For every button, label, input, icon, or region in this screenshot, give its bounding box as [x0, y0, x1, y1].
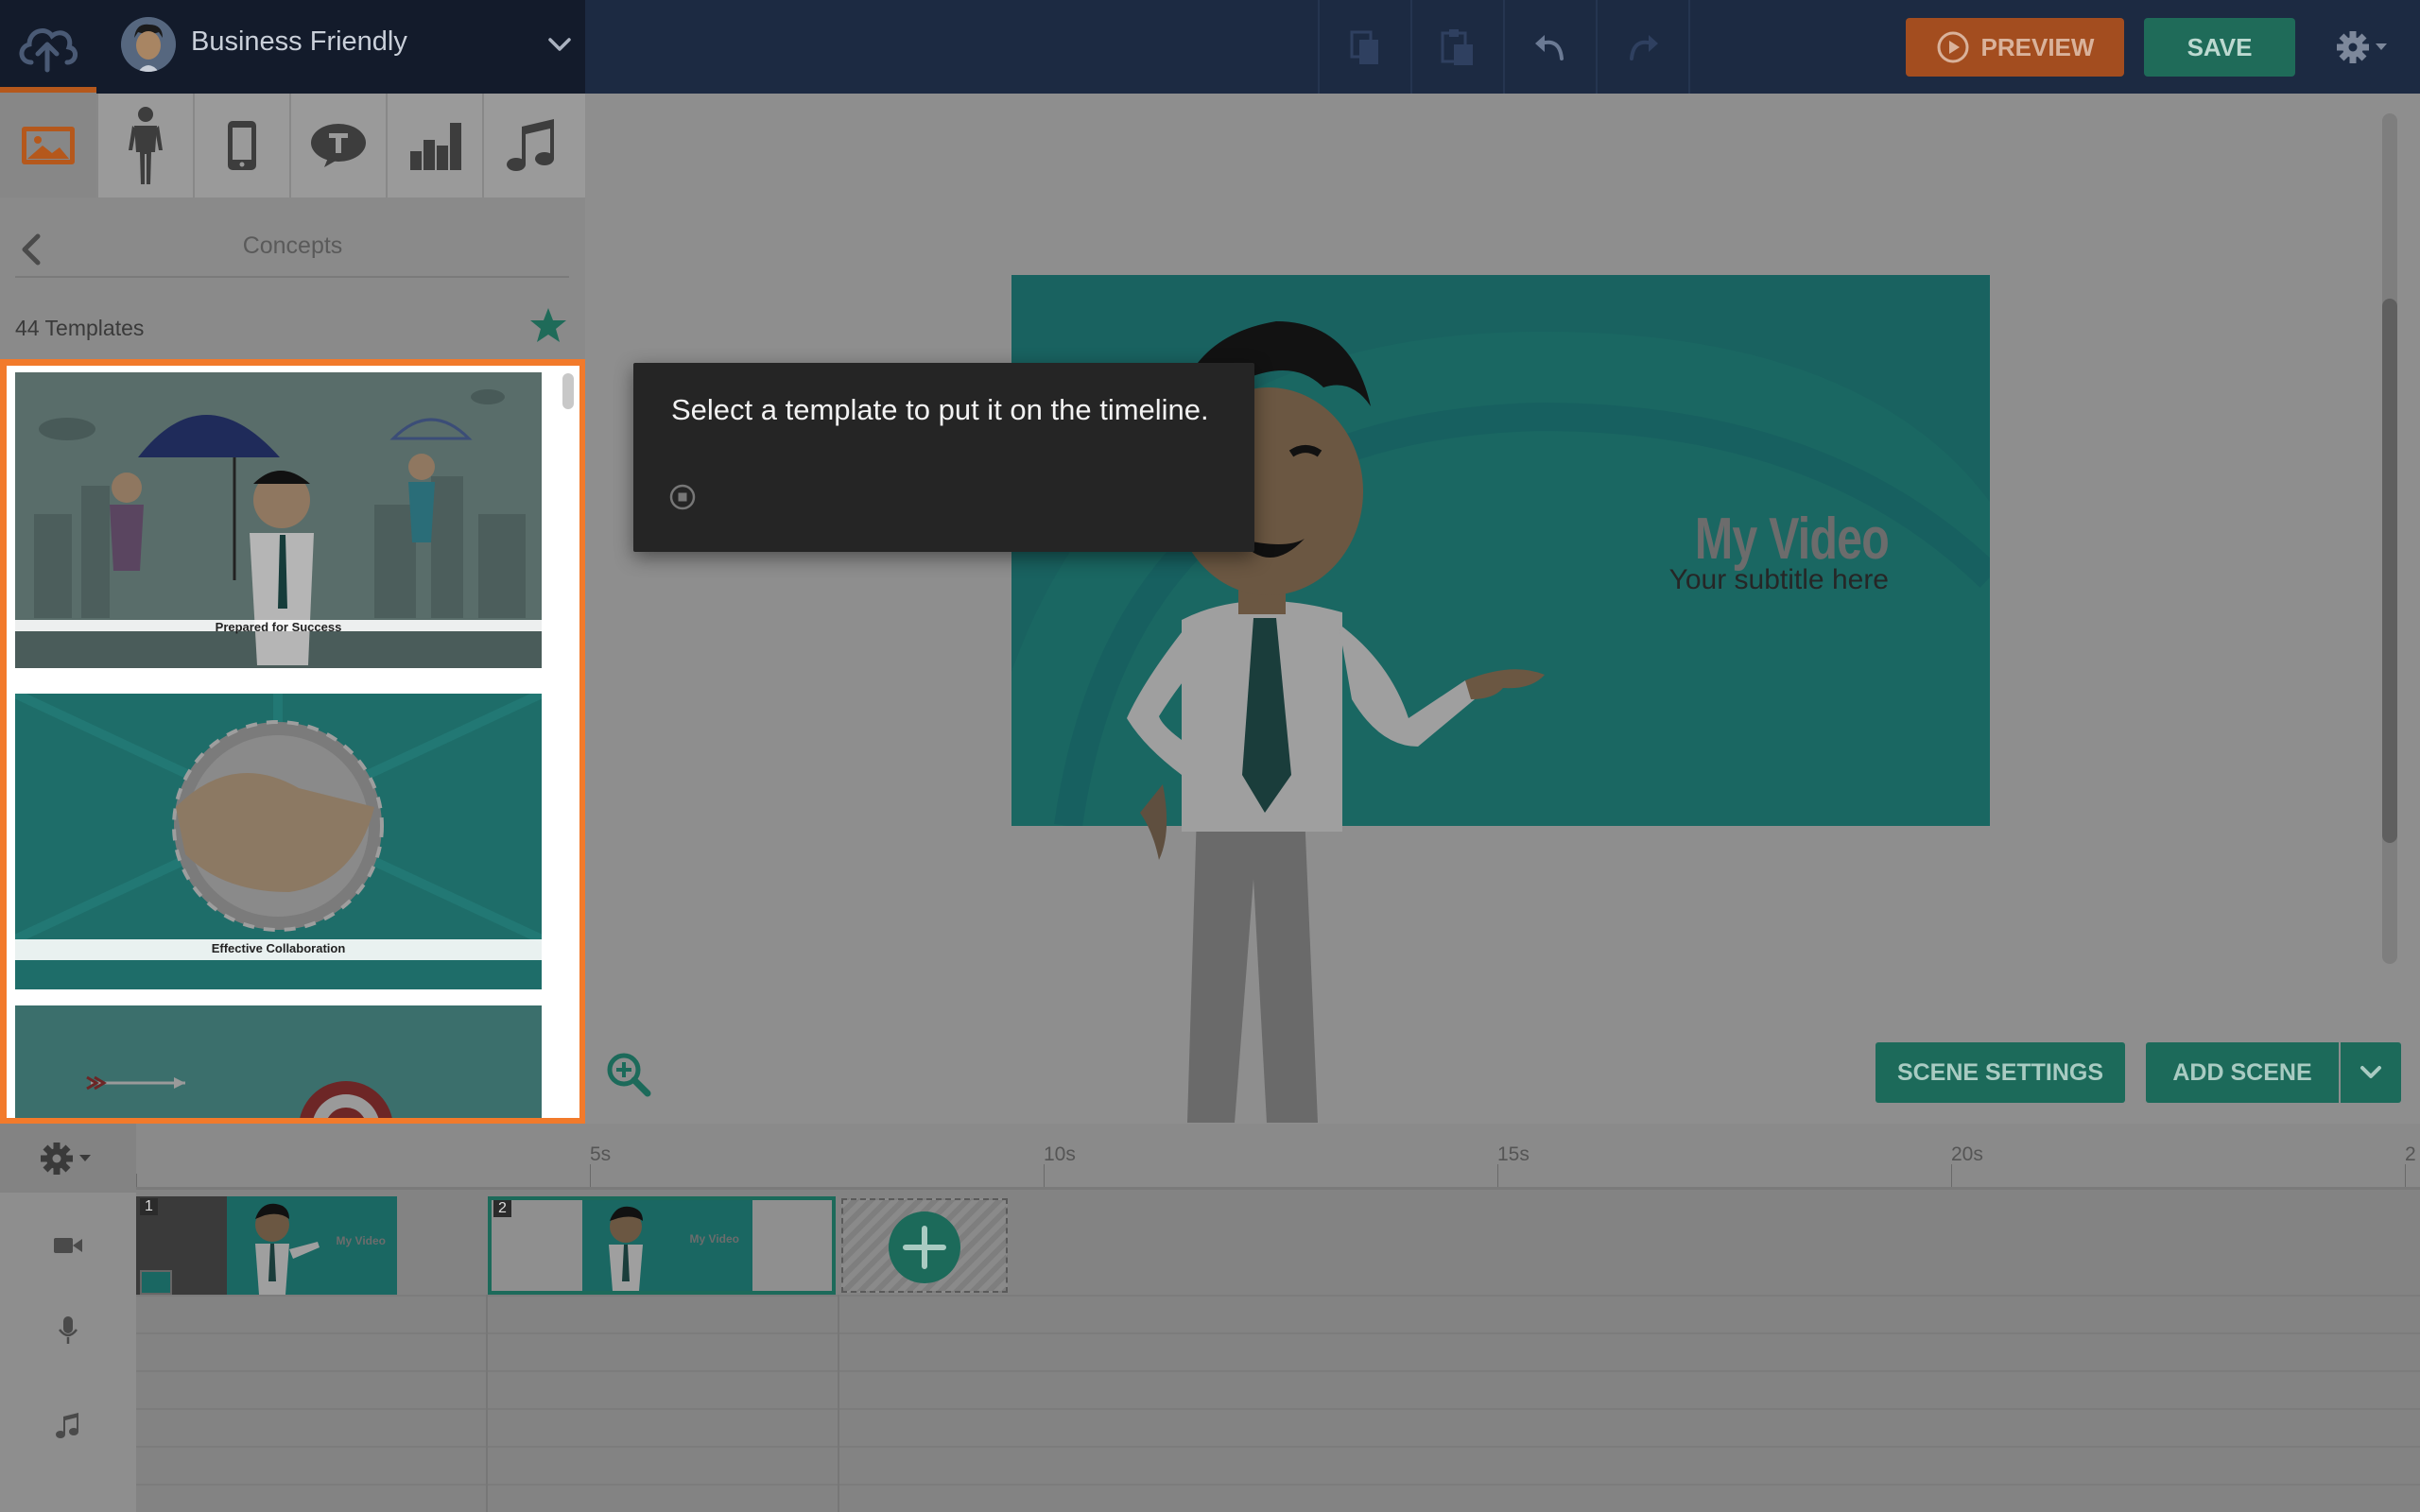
- template-card-effective-collaboration[interactable]: Effective Collaboration: [12, 689, 544, 989]
- tooltip-text: Select a template to put it on the timel…: [671, 393, 1209, 426]
- tab-props[interactable]: [193, 94, 289, 198]
- theme-avatar[interactable]: [121, 17, 176, 72]
- scene-boundary: [486, 1295, 488, 1512]
- tab-charts[interactable]: [386, 94, 482, 198]
- toolbar-divider: [1688, 0, 1690, 94]
- track-separator: [136, 1332, 2420, 1334]
- bar-chart-icon: [410, 123, 461, 170]
- template-caption: Effective Collaboration: [211, 941, 346, 955]
- template-caption: Prepared for Success: [215, 620, 342, 634]
- ruler-label: 15s: [1497, 1143, 1530, 1165]
- scene-boundary: [838, 1295, 839, 1512]
- scene-thumb-title: My Video: [689, 1232, 739, 1246]
- tooltip-step-indicator[interactable]: [669, 484, 696, 510]
- track-separator: [136, 1446, 2420, 1448]
- track-separator: [136, 1408, 2420, 1410]
- music-note-icon: [47, 1404, 89, 1446]
- template-card-target[interactable]: [15, 1005, 542, 1118]
- add-scene-slot[interactable]: [841, 1198, 1008, 1293]
- scene-thumbnail-1[interactable]: My Video: [227, 1196, 397, 1295]
- star-icon[interactable]: [529, 306, 567, 344]
- image-icon: [22, 126, 75, 164]
- microphone-icon: [47, 1310, 89, 1351]
- speech-bubble-icon: [311, 124, 366, 167]
- play-icon: [1937, 31, 1969, 63]
- scene-thumb-title: My Video: [336, 1234, 386, 1247]
- upload-icon[interactable]: [0, 0, 95, 94]
- copy-icon[interactable]: [1320, 0, 1410, 94]
- breadcrumb-title: Concepts: [242, 232, 343, 259]
- track-separator: [136, 1370, 2420, 1372]
- music-note-icon: [507, 119, 554, 171]
- stage-scrollbar[interactable]: [2382, 299, 2397, 843]
- scene-settings-button[interactable]: SCENE SETTINGS: [1876, 1042, 2125, 1103]
- plus-icon: [889, 1211, 960, 1283]
- scene-transition[interactable]: 1: [136, 1196, 227, 1295]
- templates-count: 44 Templates: [15, 316, 145, 340]
- theme-name[interactable]: Business Friendly: [191, 26, 407, 58]
- person-icon: [129, 107, 163, 184]
- timeline-settings-icon[interactable]: [36, 1140, 102, 1177]
- track-separator: [136, 1295, 2420, 1297]
- tab-characters[interactable]: [96, 94, 193, 198]
- template-thumbnail: [15, 1005, 542, 1118]
- chevron-down-icon: [2360, 1066, 2381, 1078]
- gear-icon[interactable]: [2325, 19, 2401, 76]
- preview-label: PREVIEW: [1980, 32, 2095, 61]
- tab-music[interactable]: [482, 94, 579, 198]
- template-list-scrollbar[interactable]: [562, 373, 574, 409]
- preview-button[interactable]: PREVIEW: [1906, 18, 2124, 77]
- scene-number: 2: [493, 1200, 511, 1217]
- timeline-ruler[interactable]: [136, 1124, 2420, 1190]
- zoom-in-icon[interactable]: [605, 1051, 652, 1098]
- track-separator: [136, 1484, 2420, 1486]
- scene-thumbnail-2: My Video: [582, 1200, 752, 1291]
- ruler-label: 2: [2405, 1143, 2416, 1165]
- ruler-label: 10s: [1044, 1143, 1076, 1165]
- add-scene-button[interactable]: ADD SCENE: [2146, 1042, 2339, 1103]
- template-list: Prepared for Success Effective Collabora…: [0, 359, 586, 1125]
- transition-icon: [140, 1270, 172, 1295]
- scene-number: 1: [140, 1198, 158, 1215]
- divider: [15, 276, 569, 278]
- scene-clip-2[interactable]: 2 My Video: [488, 1196, 836, 1295]
- video-camera-icon: [47, 1225, 89, 1266]
- chevron-down-icon[interactable]: [541, 26, 579, 64]
- ruler-label: 5s: [590, 1143, 612, 1165]
- tooltip: Select a template to put it on the timel…: [633, 363, 1254, 552]
- undo-icon[interactable]: [1505, 0, 1596, 94]
- save-button[interactable]: SAVE: [2144, 18, 2295, 77]
- tab-backgrounds[interactable]: [0, 87, 96, 198]
- tab-text[interactable]: [289, 94, 386, 198]
- template-card-prepared-for-success[interactable]: Prepared for Success: [15, 372, 542, 668]
- redo-icon[interactable]: [1598, 0, 1688, 94]
- paste-icon[interactable]: [1412, 0, 1503, 94]
- ruler-label: 20s: [1951, 1143, 1983, 1165]
- add-scene-dropdown[interactable]: [2341, 1042, 2401, 1103]
- phone-icon: [228, 121, 256, 170]
